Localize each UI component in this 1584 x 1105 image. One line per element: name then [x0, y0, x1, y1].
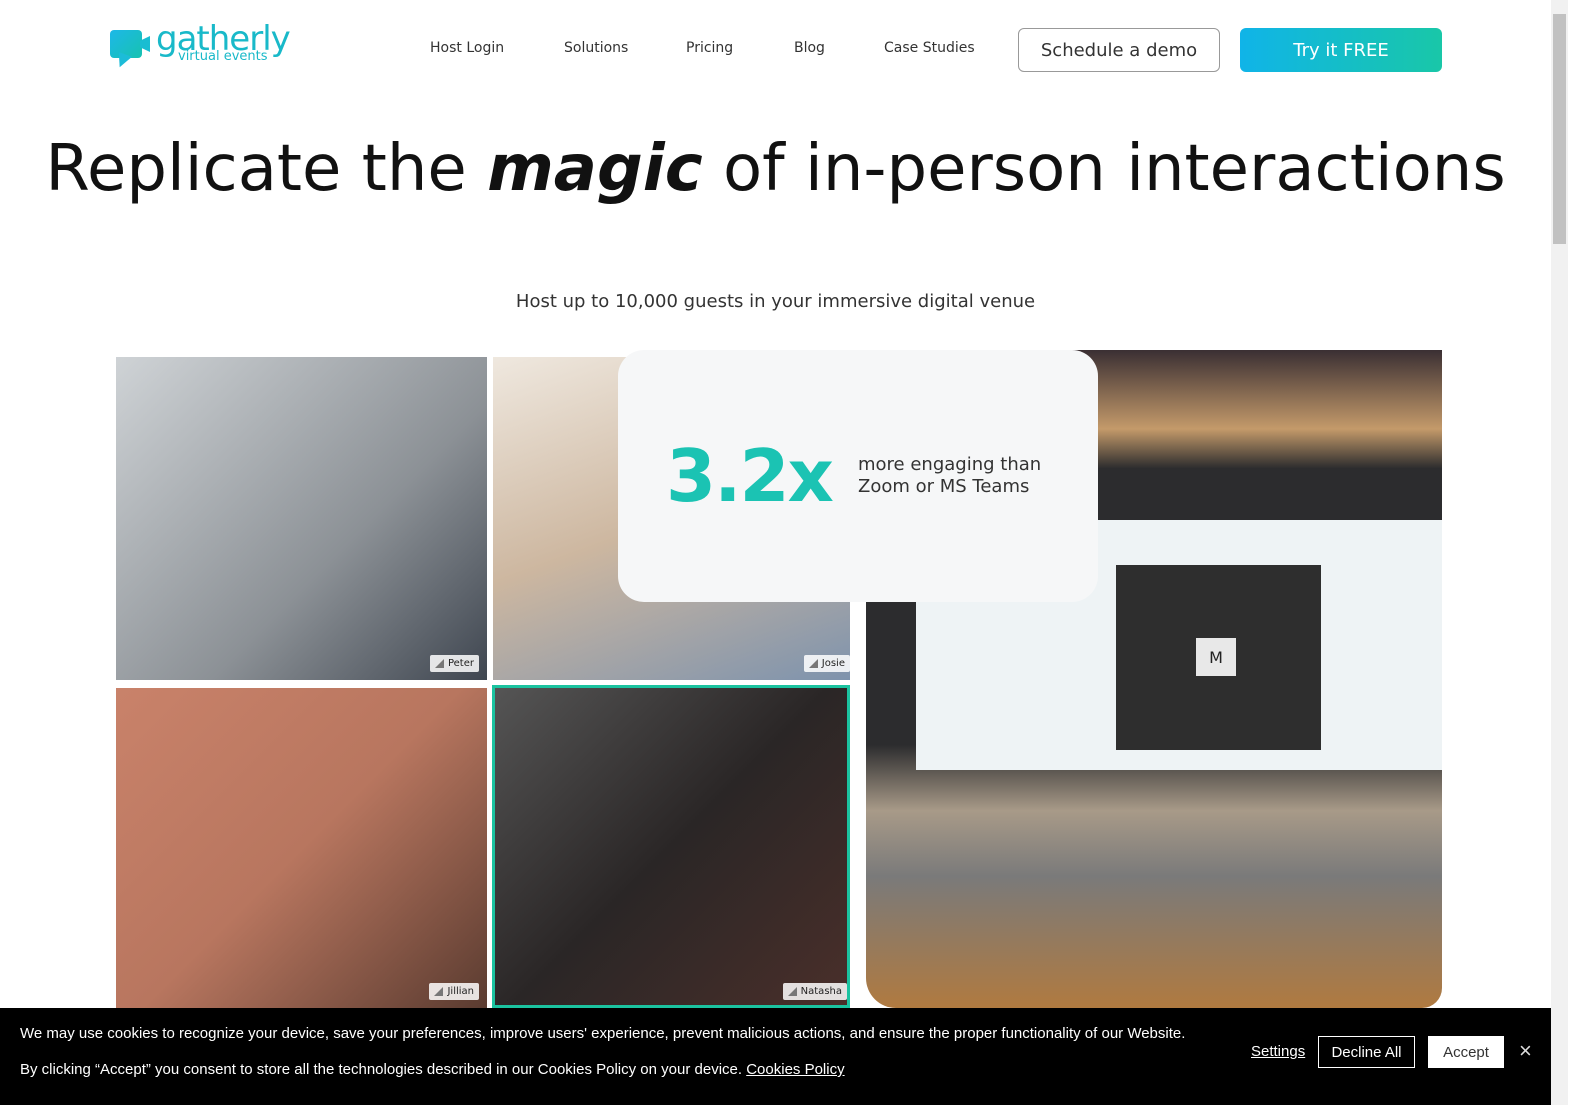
- try-free-button[interactable]: Try it FREE: [1240, 28, 1442, 72]
- scrollbar-thumb[interactable]: [1553, 14, 1566, 244]
- name-tag: Natasha: [782, 983, 847, 1000]
- decline-all-button[interactable]: Decline All: [1318, 1036, 1415, 1068]
- avatar-letter: M: [1196, 638, 1236, 676]
- name-tag: Jillian: [429, 983, 479, 1000]
- jillian-video-tile: Jillian: [116, 688, 487, 1008]
- engagement-stat-card: 3.2x more engaging than Zoom or MS Teams: [618, 350, 1098, 602]
- name-tag: Josie: [803, 655, 850, 672]
- scrollbar[interactable]: [1551, 0, 1568, 1105]
- nav-solutions[interactable]: Solutions: [564, 40, 628, 56]
- hero-title: Replicate the magic of in-person interac…: [45, 132, 1506, 206]
- gatherly-logo[interactable]: gatherly virtual events: [110, 22, 291, 70]
- name-tag: Peter: [429, 655, 479, 672]
- nav-host-login[interactable]: Host Login: [430, 40, 504, 56]
- cookie-banner: We may use cookies to recognize your dev…: [0, 1008, 1551, 1105]
- cookie-settings-link[interactable]: Settings: [1251, 1043, 1305, 1060]
- cookie-text-2: By clicking “Accept” you consent to stor…: [20, 1061, 845, 1078]
- stat-value: 3.2x: [666, 434, 834, 518]
- peter-video-tile: Peter: [116, 357, 487, 680]
- natasha-video-tile: Natasha: [492, 685, 850, 1008]
- top-nav: gatherly virtual events Host Login Soluti…: [0, 0, 1551, 100]
- nav-blog[interactable]: Blog: [794, 40, 825, 56]
- cookies-policy-link[interactable]: Cookies Policy: [746, 1061, 844, 1078]
- close-icon[interactable]: ×: [1519, 1038, 1532, 1064]
- cookie-text-1: We may use cookies to recognize your dev…: [20, 1025, 1186, 1042]
- schedule-demo-button[interactable]: Schedule a demo: [1018, 28, 1220, 72]
- accept-button[interactable]: Accept: [1428, 1036, 1504, 1068]
- nav-pricing[interactable]: Pricing: [686, 40, 733, 56]
- hero-subtitle: Host up to 10,000 guests in your immersi…: [515, 291, 1036, 312]
- camera-bubble-icon: [110, 26, 150, 70]
- stat-text: more engaging than Zoom or MS Teams: [858, 454, 1042, 497]
- nav-case-studies[interactable]: Case Studies: [884, 40, 975, 56]
